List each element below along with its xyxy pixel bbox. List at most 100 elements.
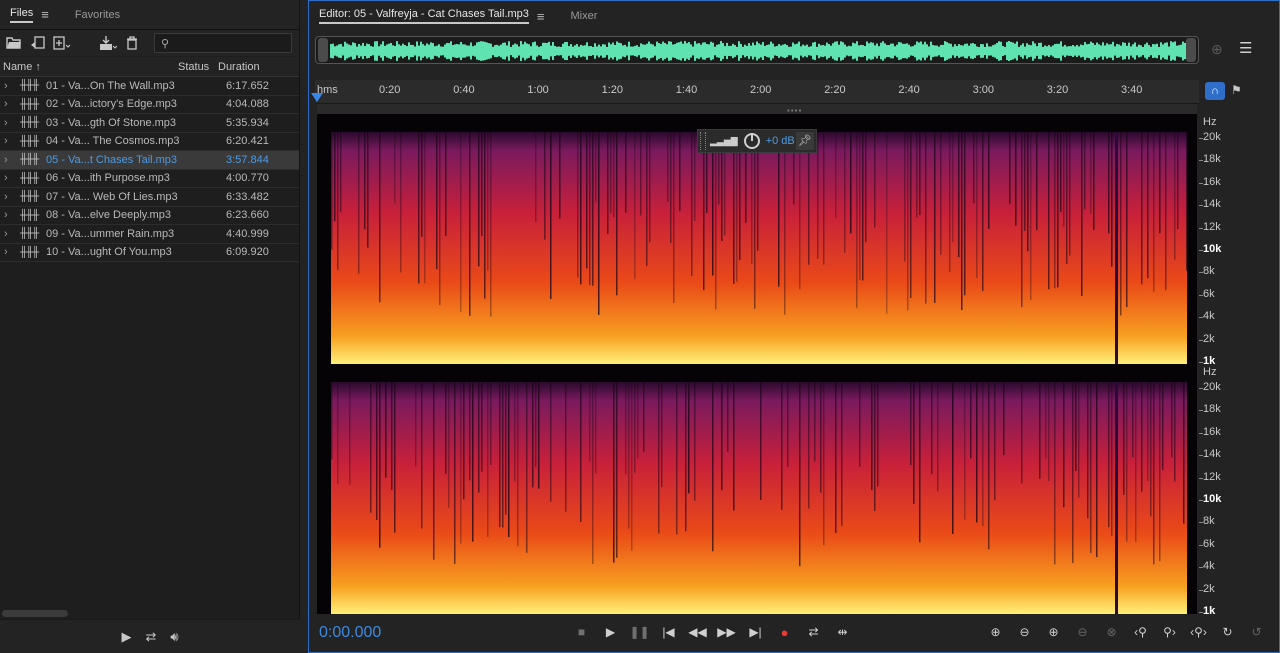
- chevron-right-icon[interactable]: ›: [0, 98, 20, 110]
- preview-volume-icon[interactable]: 🔊︎: [170, 629, 178, 645]
- chevron-right-icon[interactable]: ›: [0, 117, 20, 129]
- files-horizontal-scrollbar[interactable]: [2, 610, 68, 617]
- transport-controls: ■ ▶ ❚❚ |◀ ◀◀ ▶▶ ▶| ● ⇄ ⇹: [567, 621, 857, 643]
- zoom-out-full-icon[interactable]: ⊗: [1097, 621, 1126, 643]
- chevron-right-icon[interactable]: ›: [0, 80, 20, 92]
- tab-favorites[interactable]: Favorites: [69, 0, 126, 30]
- move-to-previous-button[interactable]: |◀: [654, 621, 683, 643]
- file-row[interactable]: › ╫╫╫ 09 - Va...ummer Rain.mp3 4:40.999: [0, 225, 299, 244]
- sort-ascending-icon: ↑: [35, 60, 41, 73]
- loop-playback-button[interactable]: ⇄: [799, 621, 828, 643]
- overview-waveform[interactable]: [315, 36, 1199, 64]
- tab-files[interactable]: Files ≡: [4, 0, 55, 30]
- open-folder-icon[interactable]: [2, 32, 26, 54]
- ruler-tick-label: 0:20: [379, 84, 401, 96]
- editor-panel: Editor: 05 - Valfreyja - Cat Chases Tail…: [308, 0, 1280, 653]
- hz-tick-mark: [1199, 272, 1203, 274]
- zoom-navigator-icon[interactable]: ⊕: [1211, 41, 1223, 58]
- view-splitter[interactable]: ▪▪▪▪: [317, 104, 1197, 115]
- zoom-history-icon[interactable]: ↺: [1242, 621, 1271, 643]
- column-header-name[interactable]: Name ↑: [0, 61, 178, 73]
- ruler-tick-label: 0:40: [453, 84, 475, 96]
- zoom-in-left-icon[interactable]: ‹⚲: [1126, 621, 1155, 643]
- zoom-selection-icon[interactable]: ‹⚲›: [1184, 621, 1213, 643]
- chevron-right-icon[interactable]: ›: [0, 228, 20, 240]
- file-row[interactable]: › ╫╫╫ 04 - Va... The Cosmos.mp3 6:20.421: [0, 133, 299, 151]
- marker-pin-icon[interactable]: ⚑: [1231, 83, 1242, 97]
- file-row[interactable]: › ╫╫╫ 08 - Va...elve Deeply.mp3 6:23.660: [0, 207, 299, 225]
- column-header-status[interactable]: Status: [178, 61, 218, 73]
- skip-selection-button[interactable]: ⇹: [828, 621, 857, 643]
- file-row[interactable]: › ╫╫╫ 05 - Va...t Chases Tail.mp3 3:57.844: [0, 151, 299, 170]
- files-search-input[interactable]: ⚲: [154, 33, 292, 53]
- file-row[interactable]: › ╫╫╫ 02 - Va...ictory's Edge.mp3 4:04.088: [0, 96, 299, 114]
- file-duration: 6:23.660: [226, 209, 269, 222]
- file-duration: 6:33.482: [226, 190, 269, 203]
- zoom-out-amplitude-icon[interactable]: ⊖: [1010, 621, 1039, 643]
- overview-left-handle[interactable]: [318, 38, 328, 62]
- preview-play-icon[interactable]: ▶: [121, 629, 131, 645]
- current-time-display[interactable]: 0:00.000: [319, 624, 381, 642]
- time-ruler[interactable]: hms 0:20 0:40 1:00 1:20 1:40 2:00 2:20 2:40 3:00…: [315, 80, 1199, 104]
- zoom-out-time-icon[interactable]: ⊖: [1068, 621, 1097, 643]
- file-row[interactable]: › ╫╫╫ 01 - Va...On The Wall.mp3 6:17.652: [0, 77, 299, 96]
- hz-tick-label: 2k: [1203, 582, 1215, 595]
- zoom-reset-icon[interactable]: ↻: [1213, 621, 1242, 643]
- stop-button[interactable]: ■: [567, 621, 596, 643]
- file-row[interactable]: › ╫╫╫ 03 - Va...gth Of Stone.mp3 5:35.934: [0, 114, 299, 133]
- file-row[interactable]: › ╫╫╫ 07 - Va... Web Of Lies.mp3 6:33.482: [0, 188, 299, 207]
- file-name: 09 - Va...ummer Rain.mp3: [46, 227, 175, 240]
- zoom-in-right-icon[interactable]: ⚲›: [1155, 621, 1184, 643]
- ruler-tick-label: 2:00: [750, 84, 772, 96]
- move-to-next-button[interactable]: ▶|: [741, 621, 770, 643]
- chevron-right-icon[interactable]: ›: [0, 135, 20, 147]
- file-duration: 3:57.844: [226, 153, 269, 166]
- frequency-scale[interactable]: Hz 20k 18k 16k 14k 12k 10k 8k 6k 4k 2k 1k Hz 20k 18k 16…: [1199, 114, 1275, 617]
- hz-tick-label: 14k: [1203, 198, 1221, 211]
- chevron-right-icon[interactable]: ›: [0, 191, 20, 203]
- fast-forward-button[interactable]: ▶▶: [712, 621, 741, 643]
- playhead-marker[interactable]: [311, 93, 323, 102]
- zoom-controls: ⊕ ⊖ ⊕ ⊖ ⊗ ‹⚲ ⚲› ‹⚲› ↻ ↺: [981, 621, 1271, 643]
- new-file-icon[interactable]: [50, 32, 74, 54]
- hud-volume-value: +0 dB: [765, 135, 795, 147]
- trash-icon[interactable]: [120, 32, 144, 54]
- overview-right-handle[interactable]: [1186, 38, 1196, 62]
- snap-icon[interactable]: ∩: [1205, 82, 1225, 100]
- tab-mixer[interactable]: Mixer: [565, 1, 604, 31]
- file-row[interactable]: › ╫╫╫ 10 - Va...ught Of You.mp3 6:09.920: [0, 244, 299, 262]
- amplitude-hud[interactable]: ▂▃▅▇ +0 dB 📌︎: [697, 129, 817, 153]
- pause-button[interactable]: ❚❚: [625, 621, 654, 643]
- ruler-tick-label: 3:20: [1046, 84, 1069, 96]
- import-file-icon[interactable]: [26, 32, 50, 54]
- volume-knob[interactable]: [743, 133, 760, 149]
- tab-editor[interactable]: Editor: 05 - Valfreyja - Cat Chases Tail…: [313, 1, 551, 31]
- hud-grip-icon[interactable]: [700, 132, 706, 150]
- editor-menu-icon[interactable]: ≡: [537, 9, 545, 24]
- file-name: 07 - Va... Web Of Lies.mp3: [46, 190, 178, 203]
- hud-pin-icon[interactable]: 📌︎: [796, 132, 814, 150]
- chevron-right-icon[interactable]: ›: [0, 172, 20, 184]
- rewind-button[interactable]: ◀◀: [683, 621, 712, 643]
- panel-menu-icon[interactable]: ≡: [41, 7, 49, 22]
- zoom-in-amplitude-icon[interactable]: ⊕: [981, 621, 1010, 643]
- files-column-headers: Name ↑ Status Duration: [0, 57, 299, 77]
- editor-options-icon[interactable]: ☰: [1239, 39, 1252, 57]
- chevron-right-icon[interactable]: ›: [0, 154, 20, 166]
- file-name: 04 - Va... The Cosmos.mp3: [46, 135, 180, 148]
- play-button[interactable]: ▶: [596, 621, 625, 643]
- preview-loop-icon[interactable]: ⇄: [145, 629, 156, 645]
- chevron-right-icon[interactable]: ›: [0, 209, 20, 221]
- file-name: 01 - Va...On The Wall.mp3: [46, 79, 175, 92]
- zoom-in-time-icon[interactable]: ⊕: [1039, 621, 1068, 643]
- record-button[interactable]: ●: [770, 621, 799, 643]
- ruler-tick-label: 1:40: [675, 84, 698, 96]
- insert-into-multitrack-icon[interactable]: [96, 32, 120, 54]
- audio-file-icon: ╫╫╫: [20, 246, 39, 258]
- hz-tick-label: 8k: [1203, 515, 1215, 528]
- file-name: 08 - Va...elve Deeply.mp3: [46, 209, 171, 222]
- chevron-right-icon[interactable]: ›: [0, 246, 20, 258]
- column-header-duration[interactable]: Duration: [218, 61, 288, 73]
- file-row[interactable]: › ╫╫╫ 06 - Va...ith Purpose.mp3 4:00.770: [0, 170, 299, 188]
- spectral-frequency-display[interactable]: [317, 114, 1197, 614]
